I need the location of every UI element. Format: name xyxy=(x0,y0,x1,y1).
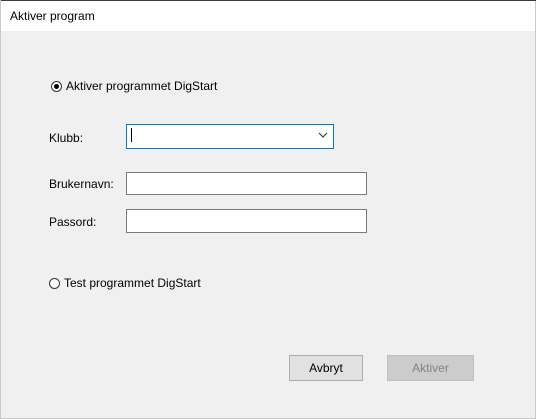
password-label: Passord: xyxy=(49,215,97,229)
text-cursor xyxy=(131,128,132,142)
activate-program-radio[interactable]: Aktiver programmet DigStart xyxy=(51,79,217,93)
username-field[interactable] xyxy=(126,172,367,195)
password-field[interactable] xyxy=(126,209,367,233)
activate-program-dialog: Aktiver program Aktiver programmet DigSt… xyxy=(0,0,536,419)
radio-dot xyxy=(54,83,59,89)
test-program-radio-label: Test programmet DigStart xyxy=(64,276,201,290)
title-bar[interactable]: Aktiver program xyxy=(1,1,535,31)
club-dropdown[interactable] xyxy=(126,124,334,149)
radio-unselected-icon xyxy=(49,277,60,289)
club-label: Klubb: xyxy=(49,131,84,145)
cancel-button[interactable]: Avbryt xyxy=(289,355,363,381)
activate-program-radio-label: Aktiver programmet DigStart xyxy=(66,79,218,93)
activate-button[interactable]: Aktiver xyxy=(387,355,474,381)
chevron-down-icon[interactable] xyxy=(317,129,329,141)
test-program-radio[interactable]: Test programmet DigStart xyxy=(49,276,201,290)
username-label: Brukernavn: xyxy=(49,177,114,191)
window-title: Aktiver program xyxy=(10,9,95,23)
radio-selected-icon xyxy=(51,80,62,92)
